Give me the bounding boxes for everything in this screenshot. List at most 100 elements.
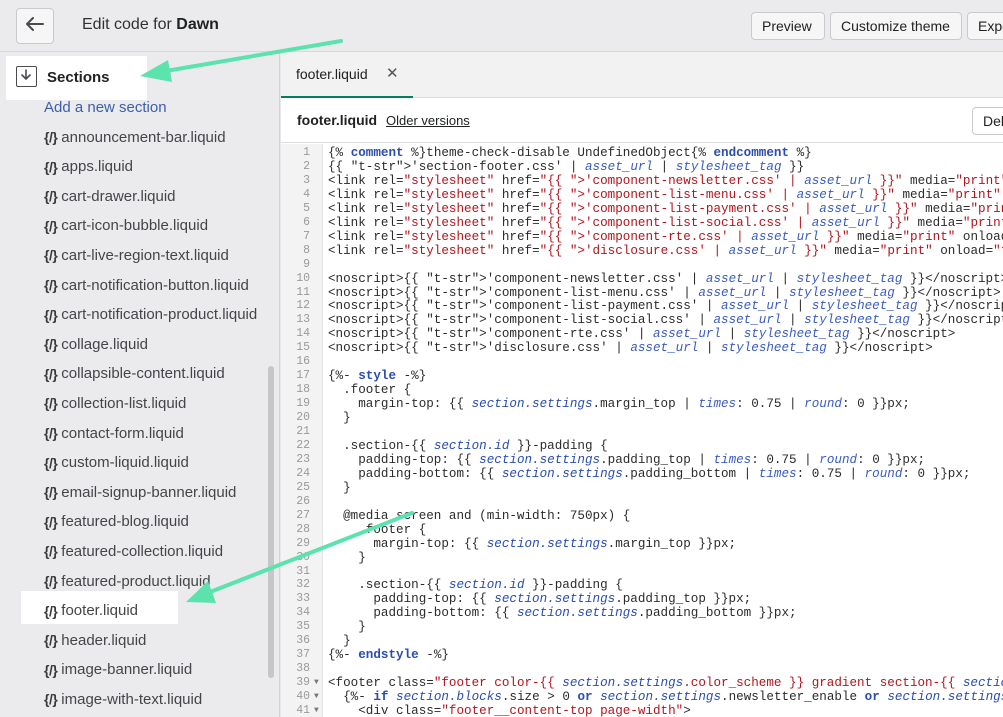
liquid-file-icon: {/} xyxy=(44,129,58,145)
line-number: 2 xyxy=(303,159,310,173)
file-item[interactable]: {/} cart-notification-product.liquid xyxy=(44,304,257,326)
code-line[interactable]: 20 } xyxy=(281,411,1003,425)
back-button[interactable] xyxy=(16,8,54,44)
code-line[interactable]: 35 } xyxy=(281,620,1003,634)
code-line[interactable]: 41 ▼ <div class="footer__content-top page… xyxy=(281,704,1003,717)
customize-theme-button[interactable]: Customize theme xyxy=(830,12,962,40)
file-item[interactable]: {/} cart-notification-button.liquid xyxy=(44,274,249,296)
code-line[interactable]: 2 {{ "t-str">'section-footer.css' | asset… xyxy=(281,160,1003,174)
code-line[interactable]: 1 {% comment %}theme-check-disable Undefi… xyxy=(281,146,1003,160)
file-item[interactable]: {/} cart-live-region-text.liquid xyxy=(44,244,229,266)
code-line[interactable]: 39 ▼ <footer class="footer color-{{ sectio… xyxy=(281,676,1003,690)
code-text: } xyxy=(328,634,351,649)
code-line[interactable]: 7 <link rel="stylesheet" href="{{ ">'comp… xyxy=(281,230,1003,244)
liquid-file-icon: {/} xyxy=(44,336,58,353)
file-item[interactable]: {/} custom-liquid.liquid xyxy=(44,452,189,474)
code-line[interactable]: 19 margin-top: {{ section.settings.margi… xyxy=(281,397,1003,411)
export-button[interactable]: Expo xyxy=(967,12,1003,40)
older-versions-link[interactable]: Older versions xyxy=(386,113,470,128)
code-line[interactable]: 8 <link rel="stylesheet" href="{{ ">'disc… xyxy=(281,244,1003,258)
file-item[interactable]: {/} collapsible-content.liquid xyxy=(44,363,225,385)
code-line[interactable]: 28 .footer { xyxy=(281,523,1003,537)
code-text: {% comment %}theme-check-disable Undefin… xyxy=(328,146,812,160)
liquid-file-icon: {/} xyxy=(44,306,58,323)
code-text: } xyxy=(328,620,366,635)
fold-toggle-icon[interactable]: ▼ xyxy=(314,704,319,717)
file-item-label: cart-drawer.liquid xyxy=(61,187,176,205)
code-line[interactable]: 25 } xyxy=(281,481,1003,495)
code-editor[interactable]: 1 {% comment %}theme-check-disable Undefi… xyxy=(281,146,1003,717)
code-line[interactable]: 38 xyxy=(281,662,1003,676)
file-item[interactable]: {/} cart-drawer.liquid xyxy=(44,185,176,207)
code-line[interactable]: 37 {%- endstyle -%} xyxy=(281,648,1003,662)
code-line[interactable]: 4 <link rel="stylesheet" href="{{ ">'comp… xyxy=(281,188,1003,202)
code-line[interactable]: 9 xyxy=(281,258,1003,272)
file-item[interactable]: {/} header.liquid xyxy=(44,629,146,651)
code-line[interactable]: 11 <noscript>{{ "t-str">'component-list-m… xyxy=(281,286,1003,300)
file-item[interactable]: {/} apps.liquid xyxy=(44,156,133,178)
file-item[interactable]: {/} featured-collection.liquid xyxy=(44,540,223,562)
code-line[interactable]: 6 <link rel="stylesheet" href="{{ ">'comp… xyxy=(281,216,1003,230)
code-text: padding-top: {{ section.settings.padding… xyxy=(328,452,926,467)
add-section-link[interactable]: Add a new section xyxy=(44,99,167,116)
code-line[interactable]: 14 <noscript>{{ "t-str">'component-rte.cs… xyxy=(281,327,1003,341)
line-number: 8 xyxy=(303,243,310,257)
file-item[interactable]: {/} cart-icon-bubble.liquid xyxy=(44,215,208,237)
tab-label[interactable]: footer.liquid xyxy=(296,66,368,82)
file-item[interactable]: {/} image-banner.liquid xyxy=(44,659,192,681)
file-item[interactable]: {/} footer.liquid xyxy=(44,600,138,622)
code-line[interactable]: 29 margin-top: {{ section.settings.margi… xyxy=(281,537,1003,551)
line-number: 24 xyxy=(296,466,310,480)
code-line[interactable]: 27 @media screen and (min-width: 750px) … xyxy=(281,509,1003,523)
code-line[interactable]: 32 .section-{{ section.id }}-padding { xyxy=(281,578,1003,592)
code-line[interactable]: 12 <noscript>{{ "t-str">'component-list-p… xyxy=(281,299,1003,313)
code-line[interactable]: 34 padding-bottom: {{ section.settings.p… xyxy=(281,606,1003,620)
code-line[interactable]: 24 padding-bottom: {{ section.settings.p… xyxy=(281,467,1003,481)
line-number: 35 xyxy=(296,620,310,634)
file-item-label: collapsible-content.liquid xyxy=(61,365,225,383)
close-tab-icon[interactable]: ✕ xyxy=(386,64,399,82)
code-text: <noscript>{{ "t-str">'component-list-men… xyxy=(328,285,1001,300)
code-line[interactable]: 15 <noscript>{{ "t-str">'disclosure.css' … xyxy=(281,341,1003,355)
liquid-file-icon: {/} xyxy=(44,454,58,471)
fold-toggle-icon[interactable]: ▼ xyxy=(314,690,319,704)
fold-toggle-icon[interactable]: ▼ xyxy=(314,676,319,690)
delete-file-button[interactable]: Del xyxy=(972,107,1003,135)
code-line[interactable]: 36 } xyxy=(281,634,1003,648)
line-number: 23 xyxy=(296,452,310,466)
sections-folder[interactable]: Sections xyxy=(47,69,110,86)
code-line[interactable]: 3 <link rel="stylesheet" href="{{ ">'comp… xyxy=(281,174,1003,188)
file-item[interactable]: {/} image-with-text.liquid xyxy=(44,688,202,710)
code-line[interactable]: 31 xyxy=(281,565,1003,579)
code-line[interactable]: 23 padding-top: {{ section.settings.padd… xyxy=(281,453,1003,467)
line-number: 18 xyxy=(296,383,310,397)
code-line[interactable]: 40 ▼ {%- if section.blocks.size > 0 or se… xyxy=(281,690,1003,704)
code-line[interactable]: 13 <noscript>{{ "t-str">'component-list-s… xyxy=(281,313,1003,327)
code-line[interactable]: 17 {%- style -%} xyxy=(281,369,1003,383)
file-item[interactable]: {/} email-signup-banner.liquid xyxy=(44,481,236,503)
code-line[interactable]: 30 } xyxy=(281,551,1003,565)
file-item-label: featured-collection.liquid xyxy=(61,542,224,560)
code-line[interactable]: 18 .footer { xyxy=(281,383,1003,397)
code-text: <noscript>{{ "t-str">'component-newslett… xyxy=(328,271,1003,286)
code-line[interactable]: 21 xyxy=(281,425,1003,439)
file-item[interactable]: {/} featured-product.liquid xyxy=(44,570,211,592)
sidebar-scrollbar[interactable] xyxy=(268,366,274,678)
file-item[interactable]: {/} collage.liquid xyxy=(44,333,148,355)
code-line[interactable]: 10 <noscript>{{ "t-str">'component-newsle… xyxy=(281,272,1003,286)
arrow-left-icon xyxy=(26,16,44,36)
preview-button[interactable]: Preview xyxy=(751,12,825,40)
file-item[interactable]: {/} collection-list.liquid xyxy=(44,392,186,414)
code-line[interactable]: 5 <link rel="stylesheet" href="{{ ">'comp… xyxy=(281,202,1003,216)
code-line[interactable]: 33 padding-top: {{ section.settings.padd… xyxy=(281,592,1003,606)
file-item[interactable]: {/} featured-blog.liquid xyxy=(44,511,189,533)
code-line[interactable]: 22 .section-{{ section.id }}-padding { xyxy=(281,439,1003,453)
code-text: <noscript>{{ "t-str">'component-list-pay… xyxy=(328,299,1003,314)
file-item[interactable]: {/} contact-form.liquid xyxy=(44,422,184,444)
line-number: 31 xyxy=(296,564,310,578)
file-item[interactable]: {/} announcement-bar.liquid xyxy=(44,126,226,148)
top-bar: Edit code for Dawn Preview Customize the… xyxy=(0,0,1003,52)
line-number: 12 xyxy=(296,299,310,313)
code-line[interactable]: 16 xyxy=(281,355,1003,369)
code-line[interactable]: 26 xyxy=(281,495,1003,509)
